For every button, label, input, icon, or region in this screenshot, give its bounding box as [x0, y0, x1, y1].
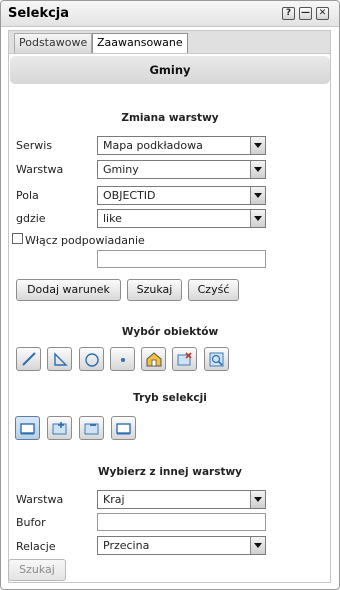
- add-condition-button[interactable]: Dodaj warunek: [16, 279, 121, 301]
- minimize-icon[interactable]: —: [299, 7, 312, 20]
- close-icon[interactable]: ✕: [316, 7, 329, 20]
- chevron-down-icon[interactable]: [250, 137, 265, 154]
- layer-header: Gminy: [10, 56, 330, 84]
- field-label: Pola: [16, 189, 39, 202]
- layer-select[interactable]: Gminy: [97, 160, 266, 179]
- relation-label: Relacje: [16, 540, 56, 553]
- layer-change-title: Zmiana warstwy: [121, 112, 219, 124]
- layer-label: Warstwa: [16, 163, 64, 176]
- title-bar: Selekcja ? — ✕: [1, 1, 339, 27]
- condition-value-input[interactable]: [97, 250, 266, 268]
- chevron-down-icon[interactable]: [250, 161, 265, 178]
- buffer-label: Bufor: [16, 516, 46, 529]
- object-selection-title: Wybór obiektów: [121, 326, 219, 338]
- relation-value: Przecina: [103, 539, 150, 552]
- map-zoom-select-icon[interactable]: [204, 347, 229, 371]
- clear-button[interactable]: Czyść: [188, 279, 239, 301]
- tab-advanced[interactable]: Zaawansowane: [92, 33, 188, 54]
- service-value: Mapa podkładowa: [103, 139, 203, 152]
- remove-selection-icon[interactable]: [79, 416, 104, 440]
- chevron-down-icon[interactable]: [250, 187, 265, 204]
- intersect-selection-icon[interactable]: [111, 416, 136, 440]
- help-icon[interactable]: ?: [282, 7, 295, 20]
- other-layer-search-button[interactable]: Szukaj: [8, 559, 66, 581]
- service-select[interactable]: Mapa podkładowa: [97, 136, 266, 155]
- triangle-tool-icon[interactable]: [47, 347, 72, 371]
- circle-tool-icon[interactable]: [79, 347, 104, 371]
- other-layer-label: Warstwa: [16, 493, 64, 506]
- add-selection-icon[interactable]: [47, 416, 72, 440]
- hints-checkbox[interactable]: [12, 233, 23, 244]
- other-layer-value: Kraj: [103, 493, 125, 506]
- selection-mode-title: Tryb selekcji: [133, 392, 207, 404]
- line-tool-icon[interactable]: [16, 347, 41, 371]
- service-label: Serwis: [16, 139, 53, 152]
- chevron-down-icon[interactable]: [250, 491, 265, 508]
- other-layer-title: Wybierz z innej warstwy: [97, 466, 243, 478]
- buffer-input[interactable]: [97, 513, 266, 531]
- hints-label: Włącz podpowiadanie: [25, 234, 145, 247]
- field-value: OBJECTID: [103, 189, 156, 202]
- other-layer-select[interactable]: Kraj: [97, 490, 266, 509]
- operator-value: like: [103, 212, 122, 225]
- operator-select[interactable]: like: [97, 209, 266, 228]
- field-select[interactable]: OBJECTID: [97, 186, 266, 205]
- chevron-down-icon[interactable]: [250, 537, 265, 554]
- where-label: gdzie: [16, 212, 46, 225]
- map-select-icon[interactable]: [172, 347, 197, 371]
- layer-value: Gminy: [103, 163, 139, 176]
- point-tool-icon[interactable]: [110, 347, 135, 371]
- relation-select[interactable]: Przecina: [97, 536, 266, 555]
- search-button[interactable]: Szukaj: [127, 279, 182, 301]
- house-select-icon[interactable]: [141, 347, 166, 371]
- tab-basic[interactable]: Podstawowe: [14, 33, 93, 53]
- new-selection-icon[interactable]: [15, 416, 40, 440]
- panel-title: Selekcja: [8, 6, 70, 21]
- chevron-down-icon[interactable]: [250, 210, 265, 227]
